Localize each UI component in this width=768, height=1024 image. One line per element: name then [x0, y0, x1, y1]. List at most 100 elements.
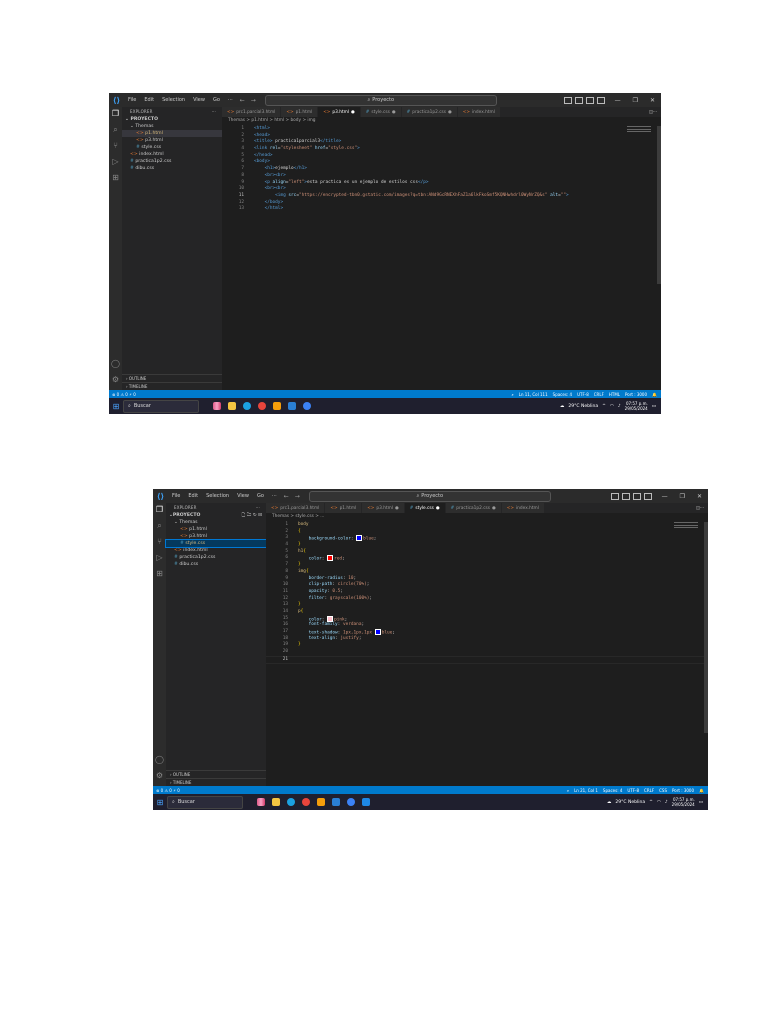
problems-indicator[interactable]: ⊗ 0 ⚠ 0 ⚡ 0 [156, 788, 180, 793]
toggle-secondary-sidebar-icon[interactable] [632, 492, 641, 500]
source-control-icon[interactable]: ⑂ [111, 141, 120, 150]
collapse-all-icon[interactable]: ⊟ [258, 513, 262, 518]
explorer-more-button[interactable]: ··· [256, 505, 260, 510]
windows-start-icon[interactable]: ⊞ [153, 798, 167, 807]
code-line[interactable]: 6 color: red; [266, 555, 708, 562]
code-line[interactable]: 13} [266, 602, 708, 609]
tab-index-html[interactable]: <> index.html [501, 503, 545, 513]
breadcrumb[interactable]: Themas > p1.html > html > body > img [222, 117, 661, 125]
account-icon[interactable]: ◯ [111, 359, 120, 368]
app-icon[interactable] [317, 798, 325, 806]
tab-practica1p2-css[interactable]: # practica1p2.css ● [401, 107, 458, 117]
new-folder-icon[interactable]: 🗀 [247, 513, 252, 518]
file-explorer-icon[interactable] [272, 798, 280, 806]
maximize-icon[interactable]: ❐ [627, 97, 644, 104]
account-icon[interactable]: ◯ [155, 755, 164, 764]
more-actions-icon[interactable]: ··· [653, 110, 657, 115]
tab-prc1-parcial3[interactable]: <> prc1.parcial3.html [266, 503, 326, 513]
bell-icon[interactable]: 🔔 [699, 788, 704, 793]
code-line[interactable]: 5 </head> [222, 153, 661, 160]
chevron-up-icon[interactable]: ^ [602, 404, 606, 409]
app-taskbar-icon[interactable] [362, 798, 370, 806]
project-folder[interactable]: ⌄ PROYECTO 🗋 🗀 ↻ ⊟ [166, 512, 266, 519]
tab-p3-html[interactable]: <> p3.html ● [318, 107, 361, 117]
menu-selection[interactable]: Selection [202, 493, 233, 499]
code-line[interactable]: 12 </body> [222, 200, 661, 207]
toggle-panel-icon[interactable] [574, 96, 583, 104]
code-line[interactable]: 4 <link rel="stylesheet" href="style.css"… [222, 146, 661, 153]
layout-controls[interactable] [563, 96, 605, 104]
line-ending[interactable]: CRLF [594, 392, 604, 397]
breadcrumb[interactable]: Themas > style.css > ... [266, 513, 708, 521]
back-arrow-icon[interactable]: ← [237, 97, 248, 104]
toggle-sidebar-icon[interactable] [563, 96, 572, 104]
maximize-icon[interactable]: ❐ [674, 493, 691, 500]
chevron-up-icon[interactable]: ^ [649, 800, 653, 805]
code-line[interactable]: 10 <br><br> [222, 186, 661, 193]
command-search[interactable]: ⌕ Proyecto [264, 94, 497, 106]
menu-view[interactable]: View [189, 97, 209, 103]
menu-edit[interactable]: Edit [140, 97, 158, 103]
menu-more[interactable]: ··· [224, 97, 237, 103]
tab-style-css[interactable]: # style.css ● [404, 503, 446, 513]
outline-section[interactable]: › OUTLINE [122, 374, 222, 382]
encoding[interactable]: UTF-8 [577, 392, 589, 397]
notifications-icon[interactable]: ▭ [699, 800, 703, 805]
tree-item-practica1p2-css[interactable]: # practica1p2.css [166, 554, 266, 561]
menu-go[interactable]: Go [253, 493, 268, 499]
code-line[interactable]: 1 <html> [222, 126, 661, 133]
code-line[interactable]: 13 </html> [222, 206, 661, 213]
network-icon[interactable]: ◠ [657, 800, 661, 805]
settings-gear-icon[interactable]: ⚙ [111, 375, 120, 384]
weather-label[interactable]: 29°C Neblina [568, 404, 598, 409]
hearts-widget-icon[interactable] [257, 798, 265, 806]
language-mode[interactable]: CSS [659, 788, 667, 793]
tree-item-practica1p2-css[interactable]: # practica1p2.css [122, 158, 222, 165]
volume-icon[interactable]: ♪ [618, 404, 621, 409]
tree-item-style-css[interactable]: # style.css [122, 144, 222, 151]
color-swatch-red[interactable] [327, 555, 334, 562]
run-debug-icon[interactable]: ▷ [111, 157, 120, 166]
toggle-secondary-sidebar-icon[interactable] [585, 96, 594, 104]
menu-more[interactable]: ··· [268, 493, 281, 499]
explorer-more-button[interactable]: ··· [212, 109, 216, 114]
live-server-port[interactable]: Port : 3000 [625, 392, 647, 397]
menu-view[interactable]: View [233, 493, 253, 499]
code-line[interactable]: 9 <p align="left">esta practica es un ej… [222, 180, 661, 187]
forward-arrow-icon[interactable]: → [292, 493, 303, 500]
code-editor[interactable]: 1 <html> 2 <head> 3 <title> practica1parcia… [222, 126, 661, 390]
menu-file[interactable]: File [168, 493, 184, 499]
tab-p1-html[interactable]: <> p1.html [281, 107, 319, 117]
tab-index-html[interactable]: <> index.html [457, 107, 501, 117]
minimap[interactable] [627, 126, 651, 138]
code-line[interactable]: 8 <br><br> [222, 173, 661, 180]
menu-go[interactable]: Go [209, 97, 224, 103]
live-server-port[interactable]: Port : 3000 [672, 788, 694, 793]
code-line[interactable]: 14 p{ [266, 609, 708, 616]
menu-file[interactable]: File [124, 97, 140, 103]
code-line[interactable]: 10 clip-path: circle(70%); [266, 582, 708, 589]
code-line[interactable]: 20 [266, 649, 708, 656]
command-search[interactable]: ⌕ Proyecto [308, 490, 551, 502]
timeline-section[interactable]: › TIMELINE [166, 778, 266, 786]
explorer-icon[interactable]: ❐ [111, 109, 120, 118]
code-line[interactable]: 4} [266, 542, 708, 549]
editor-scrollbar[interactable] [657, 126, 661, 285]
windows-start-icon[interactable]: ⊞ [109, 402, 123, 411]
minimize-icon[interactable]: — [656, 493, 674, 500]
customize-layout-icon[interactable] [643, 492, 652, 500]
toggle-panel-icon[interactable] [621, 492, 630, 500]
browser-taskbar-icon[interactable] [303, 402, 311, 410]
code-line[interactable]: 7} [266, 562, 708, 569]
encoding[interactable]: UTF-8 [627, 788, 639, 793]
code-line-current[interactable]: 21 [266, 655, 708, 665]
unsaved-dot-icon[interactable]: ● [392, 110, 396, 115]
search-icon[interactable]: ⌕ [155, 521, 164, 530]
code-line[interactable]: 1 body [266, 522, 708, 529]
back-arrow-icon[interactable]: ← [281, 493, 292, 500]
new-file-icon[interactable]: 🗋 [242, 513, 246, 518]
edge-browser-icon[interactable] [287, 798, 295, 806]
menu-edit[interactable]: Edit [184, 493, 202, 499]
unsaved-dot-icon[interactable]: ● [351, 110, 355, 115]
language-mode[interactable]: HTML [609, 392, 620, 397]
